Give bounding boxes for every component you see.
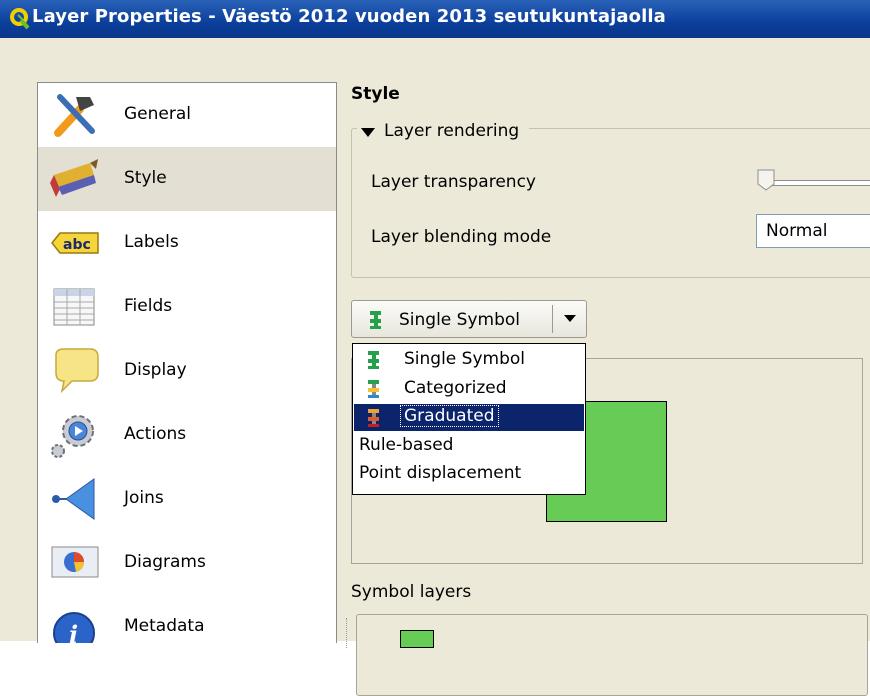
categorized-icon — [368, 380, 379, 398]
sidebar-item-label: Labels — [124, 232, 179, 252]
dialog-body: General Style abc Labels Fields Display … — [0, 38, 870, 696]
sidebar-item-label: Actions — [124, 424, 187, 444]
renderer-option-point-displacement[interactable]: Point displacement — [354, 461, 584, 488]
renderer-option-label: Rule-based — [359, 435, 454, 455]
graduated-icon — [368, 409, 379, 427]
renderer-option-label: Point displacement — [359, 463, 522, 483]
sidebar-item-labels[interactable]: abc Labels — [38, 211, 336, 275]
speech-bubble-icon — [55, 348, 99, 394]
title-bar[interactable]: Layer Properties - Väestö 2012 vuoden 20… — [0, 0, 870, 38]
layer-rendering-title: Layer rendering — [384, 121, 520, 141]
sidebar-item-label: Fields — [124, 296, 173, 316]
table-icon — [53, 288, 95, 326]
tree-connector — [346, 618, 348, 648]
gears-icon — [51, 415, 94, 458]
layer-transparency-label: Layer transparency — [371, 172, 536, 192]
renderer-option-categorized[interactable]: Categorized — [354, 375, 584, 402]
sidebar-item-label: Style — [124, 168, 167, 188]
svg-text:i: i — [69, 620, 78, 643]
layer-rendering-group — [351, 128, 870, 278]
transparency-slider-track[interactable] — [760, 180, 870, 186]
sidebar-item-joins[interactable]: Joins — [38, 467, 336, 531]
layer-blending-label: Layer blending mode — [371, 227, 552, 247]
sidebar-item-actions[interactable]: Actions — [38, 403, 336, 467]
sidebar-item-style[interactable]: Style — [38, 147, 336, 211]
single-symbol-icon — [370, 311, 381, 329]
sidebar-item-display[interactable]: Display — [38, 339, 336, 403]
renderer-type-combo[interactable]: Single Symbol — [351, 300, 587, 338]
renderer-option-label: Single Symbol — [404, 349, 525, 369]
pie-chart-icon — [51, 546, 99, 578]
sidebar-item-diagrams[interactable]: Diagrams — [38, 531, 336, 595]
symbol-layers-label: Symbol layers — [351, 582, 472, 602]
sidebar-list[interactable]: General Style abc Labels Fields Display … — [37, 82, 337, 643]
sidebar-item-fields[interactable]: Fields — [38, 275, 336, 339]
collapse-triangle-icon — [361, 127, 375, 137]
renderer-option-single-symbol[interactable]: Single Symbol — [354, 346, 584, 373]
join-arrow-icon — [52, 478, 95, 520]
tools-icon — [54, 94, 95, 137]
qgis-logo-icon — [10, 8, 30, 30]
blending-mode-select[interactable]: Normal — [756, 214, 870, 248]
sidebar-item-label: Joins — [124, 488, 164, 508]
renderer-option-label: Categorized — [404, 378, 507, 398]
single-symbol-icon — [368, 351, 379, 369]
symbol-layers-tree[interactable] — [356, 614, 868, 696]
renderer-option-label: Graduated — [400, 405, 500, 427]
sidebar-item-label: General — [124, 104, 191, 124]
sidebar-item-label: Metadata — [124, 616, 205, 636]
abc-label-icon: abc — [51, 232, 99, 254]
chevron-down-icon[interactable] — [564, 315, 576, 322]
paintbrush-icon — [50, 159, 98, 197]
symbol-layer-swatch[interactable] — [400, 630, 434, 648]
sidebar-item-general[interactable]: General — [38, 83, 336, 147]
sidebar-item-label: Diagrams — [124, 552, 206, 572]
window-title: Layer Properties - Väestö 2012 vuoden 20… — [32, 6, 666, 27]
sidebar-item-metadata[interactable]: i Metadata — [38, 595, 336, 643]
sidebar-item-label: Display — [124, 360, 187, 380]
renderer-selected-label: Single Symbol — [399, 310, 520, 330]
info-icon: i — [53, 612, 95, 643]
renderer-option-graduated[interactable]: Graduated — [354, 404, 584, 431]
renderer-option-rule-based[interactable]: Rule-based — [354, 433, 584, 460]
svg-text:abc: abc — [63, 237, 91, 253]
renderer-dropdown-list[interactable]: Single Symbol Categorized Graduated Rule… — [352, 343, 586, 495]
layer-rendering-toggle[interactable]: Layer rendering — [357, 121, 530, 141]
style-heading: Style — [351, 84, 400, 104]
combo-separator — [552, 305, 553, 333]
transparency-slider-handle[interactable] — [757, 169, 775, 191]
